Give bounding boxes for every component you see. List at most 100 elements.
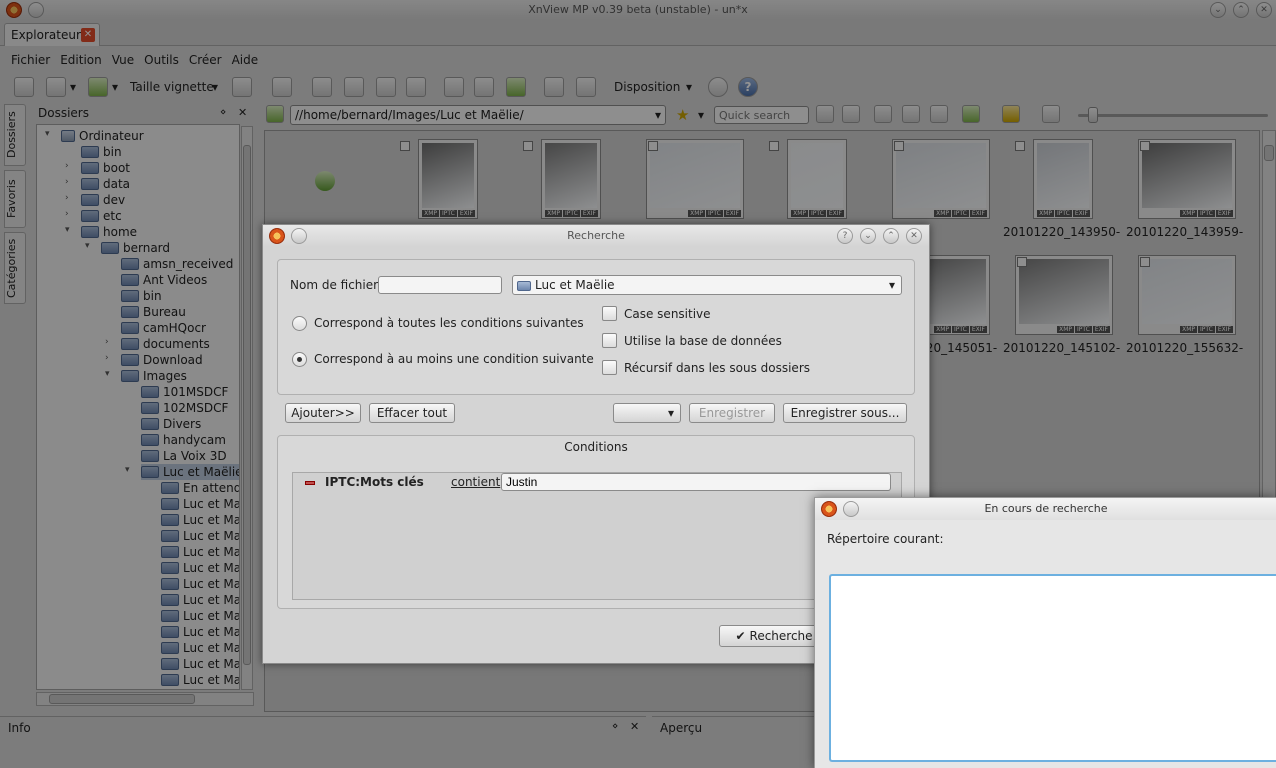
thumb-size-label[interactable]: Taille vignette [130, 80, 214, 94]
thumbnail-image[interactable]: XMPIPTCEXIF [418, 139, 478, 219]
filename-input[interactable] [378, 276, 502, 294]
thumbnail-checkbox[interactable] [1140, 141, 1150, 151]
tab-explorateur[interactable]: Explorateur ✕ [4, 23, 100, 46]
dialog-maximize-button[interactable]: ⌃ [883, 228, 899, 244]
tree-item[interactable]: Bureau [121, 304, 186, 320]
minimize-button[interactable]: ⌄ [1210, 2, 1226, 18]
filter-dropdown-icon[interactable]: ▾ [112, 80, 118, 94]
clear-all-button[interactable]: Effacer tout [369, 403, 455, 423]
view-mode-icon[interactable] [46, 77, 66, 97]
thumbnail-image[interactable]: XMPIPTCEXIF [646, 139, 744, 219]
tree-hscrollbar[interactable] [36, 692, 254, 706]
thumbnail-cell[interactable]: XMP IPTC EXIF 20101220_143959- [1126, 131, 1248, 247]
recursive-checkbox[interactable] [602, 360, 617, 375]
expand-arrow-icon[interactable]: › [65, 161, 69, 171]
close-panel-icon[interactable]: ✕ [238, 106, 247, 119]
tree-item[interactable]: Luc et Maë [161, 656, 239, 672]
nav-back-icon[interactable] [816, 105, 834, 123]
info-float-icon[interactable]: ⋄ [612, 721, 618, 732]
tree-icon[interactable] [312, 77, 332, 97]
tree-item[interactable]: Download [121, 352, 203, 368]
rotate-icon[interactable] [272, 77, 292, 97]
thumb-zoom-slider[interactable] [1078, 114, 1268, 117]
capture-icon[interactable] [344, 77, 364, 97]
thumbnail-checkbox[interactable] [1017, 257, 1027, 267]
tree-item[interactable]: Divers [141, 416, 201, 432]
progress-log-area[interactable] [829, 574, 1276, 762]
forward-arrow-icon[interactable] [474, 77, 494, 97]
expand-arrow-icon[interactable]: ▾ [105, 369, 110, 379]
thumbnail-image[interactable]: XMPIPTCEXIF [787, 139, 847, 219]
info-close-icon[interactable]: ✕ [630, 720, 639, 733]
tree-item[interactable]: amsn_received [121, 256, 233, 272]
tree-item[interactable]: Luc et Maë [161, 672, 239, 688]
path-dropdown-icon[interactable]: ▾ [655, 108, 661, 122]
tree-scroll-thumb[interactable] [243, 145, 251, 665]
nav-forward-icon[interactable] [842, 105, 860, 123]
tree-item[interactable]: Luc et Maë [161, 592, 239, 608]
expand-arrow-icon[interactable]: ▾ [125, 465, 130, 475]
tree-item[interactable]: Luc et Maë [161, 560, 239, 576]
tree-item[interactable]: documents [121, 336, 210, 352]
compare-icon[interactable] [232, 77, 252, 97]
settings-gear-icon[interactable] [708, 77, 728, 97]
thumbnail-checkbox[interactable] [894, 141, 904, 151]
grid-scroll-thumb[interactable] [1264, 145, 1274, 161]
remove-condition-icon[interactable] [305, 481, 315, 485]
thumbnail-image[interactable]: XMPIPTCEXIF [1138, 255, 1236, 335]
side-tab-favoris[interactable]: Favoris [4, 170, 26, 228]
thumbnail-cell[interactable]: XMP IPTC EXIF 20101220_143950- [1003, 131, 1125, 247]
back-arrow-icon[interactable] [444, 77, 464, 97]
fullscreen-icon[interactable] [14, 77, 34, 97]
zoom-slider-handle[interactable] [1088, 107, 1098, 123]
tree-item[interactable]: handycam [141, 432, 226, 448]
tree-item[interactable]: Luc et Maëlie [141, 464, 239, 480]
thumbnail-checkbox[interactable] [523, 141, 533, 151]
tree-item[interactable]: boot [81, 160, 130, 176]
thumb-size-dropdown-icon[interactable]: ▾ [212, 80, 218, 94]
thumbnail-image[interactable]: XMPIPTCEXIF [892, 139, 990, 219]
thumbnail-cell[interactable]: XMP IPTC EXIF 20101220_145102- [1003, 245, 1125, 363]
saved-searches-select[interactable]: ▾ [613, 403, 681, 423]
tree-item[interactable]: home [81, 224, 137, 240]
refresh-icon[interactable] [506, 77, 526, 97]
save-as-button[interactable]: Enregistrer sous... [783, 403, 907, 423]
layout-label[interactable]: Disposition [614, 80, 680, 94]
close-tab-icon[interactable]: ✕ [81, 28, 95, 42]
tree-item[interactable]: La Voix 3D [141, 448, 227, 464]
tree-hscroll-thumb[interactable] [49, 694, 195, 704]
thumbnail-image[interactable]: XMPIPTCEXIF [1033, 139, 1093, 219]
export-icon[interactable] [376, 77, 396, 97]
menu-edition[interactable]: Edition [55, 50, 107, 70]
view-mode-dropdown-icon[interactable]: ▾ [70, 80, 76, 94]
parent-dir-icon[interactable] [315, 171, 335, 191]
sort-icon[interactable] [962, 105, 980, 123]
radio-match-any[interactable] [292, 352, 307, 367]
expand-arrow-icon[interactable]: › [65, 193, 69, 203]
rename-icon[interactable] [902, 105, 920, 123]
menu-creer[interactable]: Créer [184, 50, 227, 70]
quick-search-input[interactable] [714, 106, 809, 124]
tree-item[interactable]: bin [81, 144, 122, 160]
search-button[interactable]: ✔ Recherche [719, 625, 829, 647]
radio-match-all[interactable] [292, 316, 307, 331]
folder-dropdown-icon[interactable]: ▾ [889, 278, 895, 292]
tree-item[interactable]: camHQocr [121, 320, 206, 336]
expand-arrow-icon[interactable]: ▾ [65, 225, 70, 235]
thumbnail-cell[interactable]: XMP IPTC EXIF 20101220_155632- [1126, 245, 1248, 363]
condition-field[interactable]: IPTC:Mots clés [325, 475, 424, 489]
expand-arrow-icon[interactable]: ▾ [45, 129, 50, 139]
delete-icon[interactable] [930, 105, 948, 123]
tree-item[interactable]: bin [121, 288, 162, 304]
thumbnail-checkbox[interactable] [769, 141, 779, 151]
menu-vue[interactable]: Vue [107, 50, 139, 70]
tree-item[interactable]: Luc et Maë [161, 624, 239, 640]
use-database-checkbox[interactable] [602, 333, 617, 348]
close-button[interactable]: ✕ [1256, 2, 1272, 18]
tree-item[interactable]: Luc et Maë [161, 528, 239, 544]
expand-arrow-icon[interactable]: › [105, 337, 109, 347]
condition-operator[interactable]: contient [451, 475, 500, 489]
tree-item[interactable]: 101MSDCF [141, 384, 228, 400]
layout-dropdown-icon[interactable]: ▾ [686, 80, 692, 94]
tree-scrollbar[interactable] [241, 126, 253, 690]
